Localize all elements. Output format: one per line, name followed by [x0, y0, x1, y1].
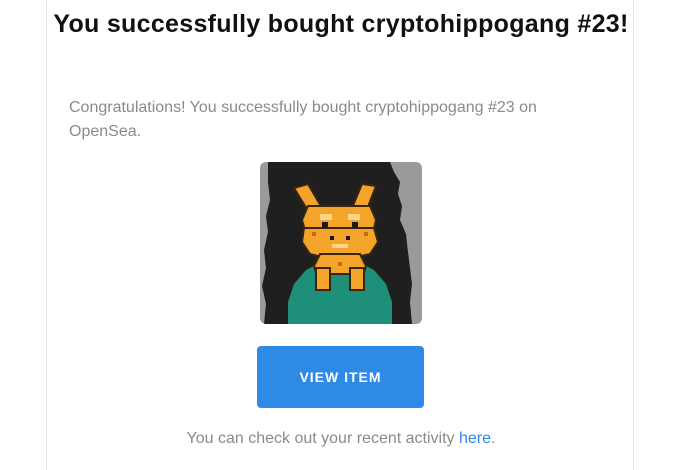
activity-here-link[interactable]: here: [459, 430, 491, 447]
activity-suffix: .: [491, 430, 496, 447]
view-item-button[interactable]: VIEW ITEM: [257, 346, 424, 408]
nft-image[interactable]: [260, 162, 422, 324]
congratulations-message: Congratulations! You successfully bought…: [69, 99, 537, 140]
email-card: You successfully bought cryptohippogang …: [46, 0, 634, 470]
purchase-title: You successfully bought cryptohippogang …: [53, 10, 629, 38]
nft-pixel-art: [260, 162, 422, 324]
activity-prefix: You can check out your recent activity: [186, 430, 459, 447]
recent-activity-text: You can check out your recent activity h…: [47, 428, 635, 450]
email-page: You successfully bought cryptohippogang …: [0, 0, 680, 470]
